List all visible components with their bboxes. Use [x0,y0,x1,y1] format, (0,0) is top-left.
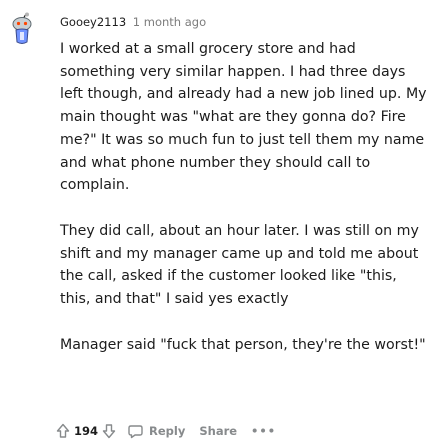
comment-action-bar: 194 Reply Share ••• [56,421,276,441]
comment-timestamp[interactable]: 1 month ago [133,15,206,29]
comment-paragraph: Manager said "fuck that person, they're … [60,336,426,353]
vote-count: 194 [74,424,99,438]
downvote-arrow-icon[interactable] [102,423,116,439]
user-avatar[interactable] [9,12,35,46]
reply-button[interactable]: Reply [128,424,185,439]
comment-header: Gooey2113 1 month ago [60,14,206,30]
snoo-avatar-icon [12,12,32,44]
comment-paragraph: They did call, about an hour later. I wa… [60,222,419,308]
upvote-arrow-icon[interactable] [56,423,70,439]
comment-paragraph: I worked at a small grocery store and ha… [60,41,427,194]
more-options-button[interactable]: ••• [251,424,276,438]
reply-label: Reply [149,424,186,438]
share-button[interactable]: Share [199,424,237,438]
speech-bubble-icon [128,424,143,439]
comment-body: I worked at a small grocery store and ha… [60,38,430,379]
comment-username[interactable]: Gooey2113 [60,15,126,29]
